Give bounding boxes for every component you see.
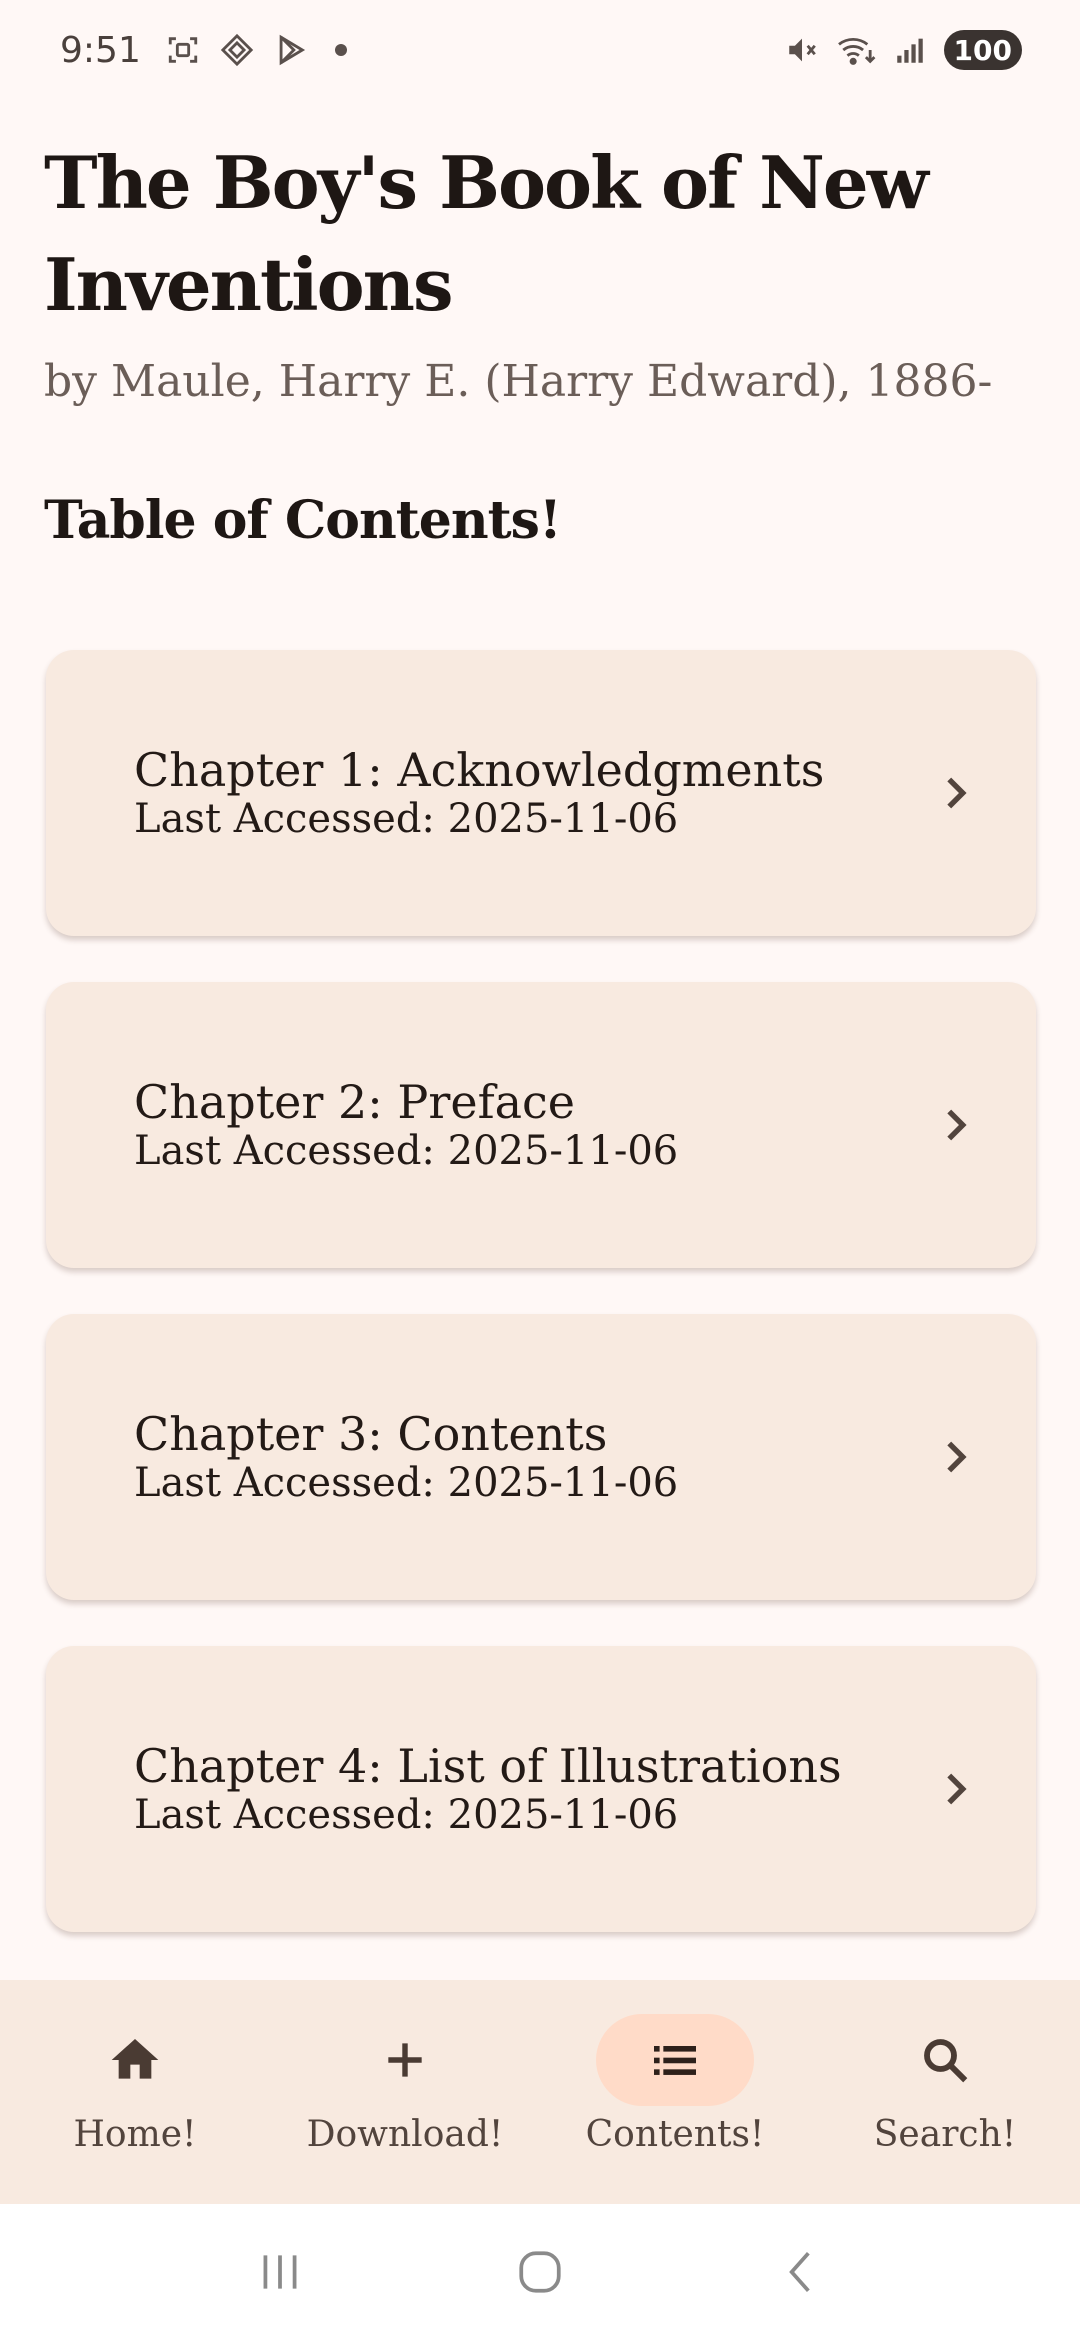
chevron-right-icon [936, 1437, 976, 1477]
nav-icon-container [866, 2014, 1024, 2106]
chapter-text: Chapter 1: Acknowledgments Last Accessed… [134, 744, 936, 842]
chevron-right-icon [936, 773, 976, 813]
chapter-last-accessed: Last Accessed: 2025-11-06 [134, 1792, 679, 1838]
recents-icon[interactable] [240, 2232, 320, 2312]
system-navigation-bar [0, 2204, 1080, 2340]
bottom-navigation: Home! Download! Contents! Search! [0, 1980, 1080, 2204]
nav-label: Home! [73, 2114, 197, 2155]
notification-dot [334, 44, 347, 56]
wifi-icon [836, 30, 876, 70]
nav-item-download[interactable]: Download! [270, 1980, 540, 2204]
status-time: 9:51 [60, 29, 141, 71]
play-store-icon [271, 30, 311, 70]
nav-label: Search! [873, 2114, 1017, 2155]
chapter-card-4[interactable]: Chapter 4: List of Illustrations Last Ac… [46, 1646, 1036, 1932]
nav-icon-container [326, 2014, 484, 2106]
nav-icon-container [56, 2014, 214, 2106]
chapter-title: Chapter 4: List of Illustrations [134, 1739, 842, 1793]
chapter-card-3[interactable]: Chapter 3: Contents Last Accessed: 2025-… [46, 1314, 1036, 1600]
search-icon [924, 2039, 968, 2083]
chapter-last-accessed: Last Accessed: 2025-11-06 [134, 1460, 679, 1506]
nav-item-contents[interactable]: Contents! [540, 1980, 810, 2204]
home-icon [111, 2039, 159, 2079]
chevron-right-icon [936, 1769, 976, 1809]
signal-icon [890, 30, 930, 70]
battery-icon: 100 [943, 30, 1022, 70]
chapter-card-2[interactable]: Chapter 2: Preface Last Accessed: 2025-1… [46, 982, 1036, 1268]
status-left: 9:51 [60, 30, 347, 71]
list-icon [654, 2046, 696, 2075]
chapter-list: Chapter 1: Acknowledgments Last Accessed… [46, 650, 1036, 1978]
chapter-title: Chapter 2: Preface [134, 1075, 575, 1129]
chapter-card-1[interactable]: Chapter 1: Acknowledgments Last Accessed… [46, 650, 1036, 936]
chapter-title: Chapter 1: Acknowledgments [134, 743, 825, 797]
plus-icon [388, 2043, 422, 2077]
status-right: 100 [782, 30, 1022, 70]
chapter-last-accessed: Last Accessed: 2025-11-06 [134, 1128, 679, 1174]
chapter-text: Chapter 2: Preface Last Accessed: 2025-1… [134, 1076, 936, 1174]
chapter-text: Chapter 4: List of Illustrations Last Ac… [134, 1740, 936, 1838]
book-title: The Boy's Book of New Inventions [44, 140, 929, 327]
book-author: by Maule, Harry E. (Harry Edward), 1886- [44, 356, 993, 407]
app-icon [217, 30, 257, 70]
home-circle-icon[interactable] [500, 2232, 580, 2312]
screenshot-icon [163, 30, 203, 70]
app-screen: 9:51 100 The Boy's Book of New Invention… [0, 0, 1080, 2340]
nav-item-search[interactable]: Search! [810, 1980, 1080, 2204]
back-icon[interactable] [760, 2232, 840, 2312]
nav-label: Contents! [585, 2114, 765, 2155]
status-bar: 9:51 100 [0, 0, 1080, 100]
toc-heading: Table of Contents! [44, 490, 562, 551]
chapter-last-accessed: Last Accessed: 2025-11-06 [134, 796, 679, 842]
chevron-right-icon [936, 1105, 976, 1145]
nav-label: Download! [306, 2114, 504, 2155]
chapter-title: Chapter 3: Contents [134, 1407, 608, 1461]
nav-active-indicator [596, 2014, 754, 2106]
mute-icon [782, 30, 822, 70]
chapter-text: Chapter 3: Contents Last Accessed: 2025-… [134, 1408, 936, 1506]
nav-item-home[interactable]: Home! [0, 1980, 270, 2204]
